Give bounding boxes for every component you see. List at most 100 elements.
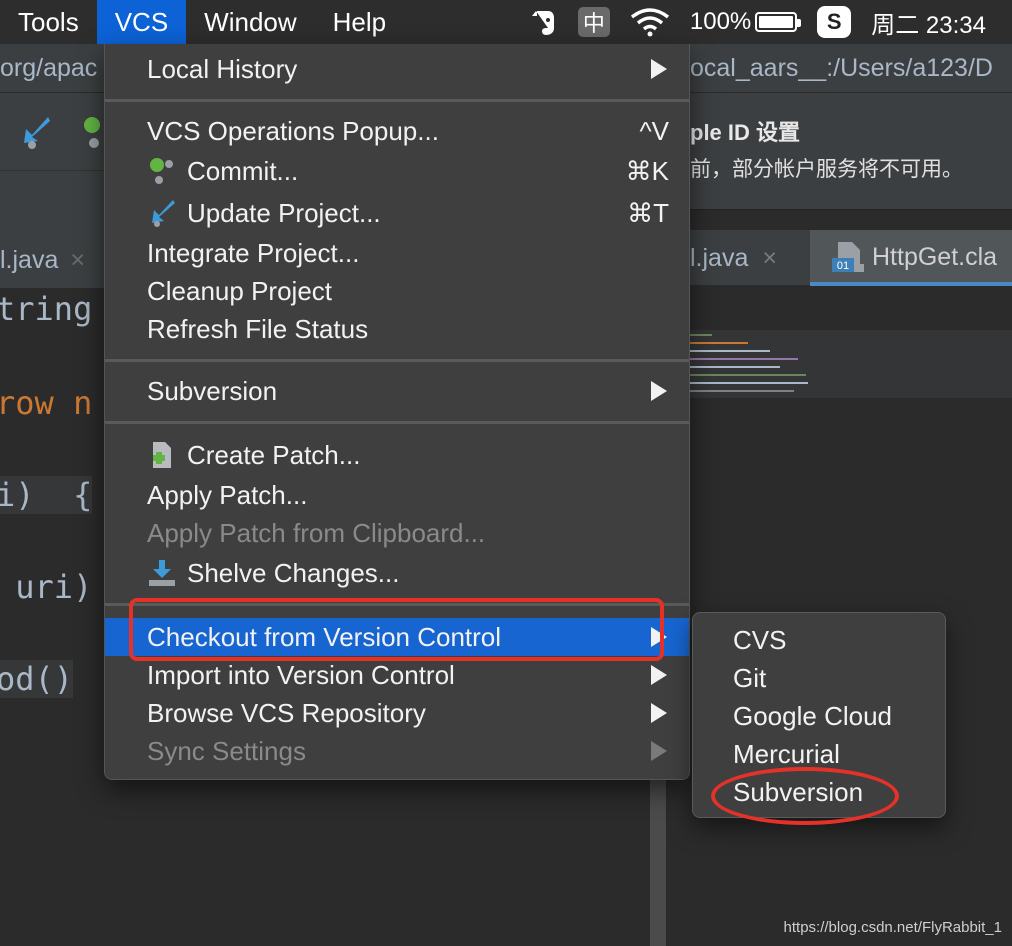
menu-vcs[interactable]: VCS xyxy=(96,0,187,44)
menu-item-create-patch[interactable]: Create Patch... xyxy=(105,436,689,474)
evernote-icon[interactable] xyxy=(520,0,568,44)
submenu-arrow-icon xyxy=(651,703,667,723)
submenu-item-google-cloud[interactable]: Google Cloud xyxy=(693,697,945,735)
clock[interactable]: 周二 23:34 xyxy=(861,0,1012,44)
menu-item-label: Integrate Project... xyxy=(147,238,360,268)
sogou-input-icon[interactable]: S xyxy=(807,0,861,44)
editor-tab-java-label: l.java xyxy=(690,244,749,272)
annotation-highlight-rect xyxy=(129,598,664,661)
menu-window[interactable]: Window xyxy=(186,0,314,44)
menu-item-sync-settings: Sync Settings xyxy=(105,732,689,770)
menu-item-label: Commit... xyxy=(187,156,299,186)
menu-item-label: Apply Patch... xyxy=(147,480,308,510)
navigation-path-right: ocal_aars__:/Users/a123/D xyxy=(690,44,1012,92)
submenu-arrow-icon xyxy=(651,381,667,401)
menu-item-integrate-project[interactable]: Integrate Project... xyxy=(105,234,689,272)
ide-toolbar-left-2 xyxy=(0,170,106,232)
menu-help[interactable]: Help xyxy=(315,0,404,44)
menu-item-update-project[interactable]: Update Project... ⌘T xyxy=(105,194,689,232)
submenu-item-label: Google Cloud xyxy=(733,701,892,731)
menu-item-label: Sync Settings xyxy=(147,736,306,766)
notification-banner[interactable]: ple ID 设置 前，部分帐户服务将不可用。 xyxy=(690,92,1012,210)
menu-separator xyxy=(105,99,689,102)
code-keyword: row n xyxy=(0,384,93,422)
menu-item-browse-vcs-repository[interactable]: Browse VCS Repository xyxy=(105,694,689,732)
editor-tab-httpget-label: HttpGet.cla xyxy=(872,243,998,271)
wifi-icon[interactable] xyxy=(620,0,680,44)
code-line: row n xyxy=(0,384,92,422)
menu-item-apply-patch[interactable]: Apply Patch... xyxy=(105,476,689,514)
submenu-item-label: Git xyxy=(733,663,767,693)
class-file-icon-text: 01 xyxy=(837,260,849,272)
annotation-highlight-ellipse xyxy=(711,767,899,825)
notification-body: 前，部分帐户服务将不可用。 xyxy=(690,158,963,181)
battery-indicator[interactable]: 100% xyxy=(680,0,807,44)
menu-item-vcs-operations-popup[interactable]: VCS Operations Popup... ^V xyxy=(105,112,689,150)
ide-toolbar-left xyxy=(0,92,106,170)
code-editor-left[interactable]: tring row n i) { uri) od() xyxy=(0,288,106,946)
submenu-arrow-icon xyxy=(651,59,667,79)
submenu-arrow-icon xyxy=(651,665,667,685)
menu-item-label: Import into Version Control xyxy=(147,660,455,690)
menu-separator xyxy=(105,421,689,424)
editor-tab-left[interactable]: l.java × xyxy=(0,232,106,288)
close-icon[interactable]: × xyxy=(762,244,777,272)
notification-title: ple ID 设置 xyxy=(690,120,801,145)
menu-item-shortcut: ^V xyxy=(639,116,669,146)
watermark-text: https://blog.csdn.net/FlyRabbit_1 xyxy=(783,919,1002,936)
menu-separator xyxy=(105,359,689,362)
battery-icon xyxy=(755,12,802,32)
menu-item-label: Shelve Changes... xyxy=(187,558,400,588)
status-area: 中 100% S 周二 23:34 xyxy=(520,0,1012,44)
submenu-item-label: CVS xyxy=(733,625,787,655)
code-text: od() xyxy=(0,660,74,698)
menu-tools[interactable]: Tools xyxy=(0,0,97,44)
class-file-icon: 01 xyxy=(832,242,864,272)
menu-item-subversion[interactable]: Subversion xyxy=(105,372,689,410)
battery-percent: 100% xyxy=(689,8,752,35)
menu-item-shortcut: ⌘K xyxy=(625,156,669,186)
menu-item-local-history[interactable]: Local History xyxy=(105,50,689,88)
sogou-label: S xyxy=(817,6,852,38)
navigation-path-left: org/apac xyxy=(0,44,106,92)
code-minimap xyxy=(690,306,1012,398)
vertical-scrollbar[interactable] xyxy=(650,778,666,946)
menu-item-label: Local History xyxy=(147,54,298,84)
code-line: tring xyxy=(0,290,93,328)
menu-item-shortcut: ⌘T xyxy=(627,198,669,228)
close-icon[interactable]: × xyxy=(70,246,85,274)
editor-tab-httpget[interactable]: 01 HttpGet.cla xyxy=(810,230,1012,286)
menu-item-label: VCS Operations Popup... xyxy=(147,116,439,146)
menu-item-cleanup-project[interactable]: Cleanup Project xyxy=(105,272,689,310)
macos-menu-bar: Tools VCS Window Help 中 100% S 周二 23:34 xyxy=(0,0,1012,44)
code-text: i) { xyxy=(0,476,93,514)
code-line: uri) xyxy=(0,568,93,606)
menu-item-label: Cleanup Project xyxy=(147,276,332,306)
menu-item-apply-patch-clipboard: Apply Patch from Clipboard... xyxy=(105,514,689,552)
menu-item-label: Create Patch... xyxy=(187,440,361,470)
editor-tab-java[interactable]: l.java × xyxy=(690,230,777,286)
code-line: od() xyxy=(0,660,74,698)
input-method-icon[interactable]: 中 xyxy=(568,0,620,44)
menu-item-label: Apply Patch from Clipboard... xyxy=(147,518,486,548)
editor-tab-left-label: l.java xyxy=(0,246,59,274)
update-project-icon[interactable] xyxy=(18,113,58,153)
vcs-dropdown-menu: Local History VCS Operations Popup... ^V… xyxy=(104,44,690,780)
update-project-icon xyxy=(152,200,175,227)
submenu-item-cvs[interactable]: CVS xyxy=(693,621,945,659)
submenu-arrow-icon xyxy=(651,741,667,761)
commit-icon xyxy=(150,158,173,184)
menu-item-label: Browse VCS Repository xyxy=(147,698,426,728)
menu-item-shelve-changes[interactable]: Shelve Changes... xyxy=(105,554,689,592)
shelve-icon xyxy=(149,560,175,586)
menu-item-label: Subversion xyxy=(147,376,278,406)
menu-item-refresh-file-status[interactable]: Refresh File Status xyxy=(105,310,689,348)
create-patch-icon xyxy=(153,442,171,468)
menu-item-import-into-vcs[interactable]: Import into Version Control xyxy=(105,656,689,694)
menu-item-commit[interactable]: Commit... ⌘K xyxy=(105,152,689,190)
menu-item-label: Refresh File Status xyxy=(147,314,369,344)
editor-tabs-right: l.java × 01 HttpGet.cla xyxy=(690,230,1012,286)
minimap-lines xyxy=(690,306,808,392)
code-line: i) { xyxy=(0,476,93,514)
submenu-item-git[interactable]: Git xyxy=(693,659,945,697)
